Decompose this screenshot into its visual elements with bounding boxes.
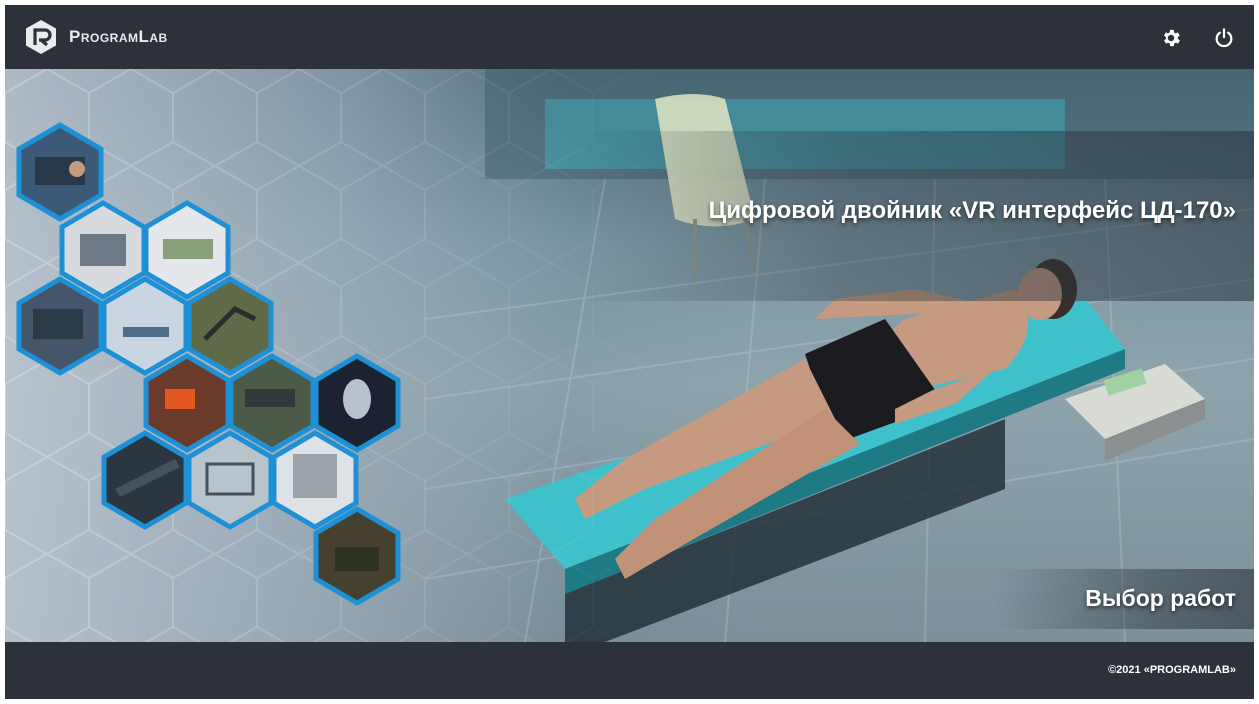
- hex-thumb-furnace: [143, 353, 231, 453]
- settings-button[interactable]: [1158, 25, 1184, 51]
- hex-thumb-control-panel: [16, 276, 104, 376]
- power-icon: [1215, 28, 1233, 48]
- brand: ProgramLab: [23, 19, 168, 55]
- hex-thumb-machines: [143, 200, 231, 300]
- copyright: ©2021 «PROGRAMLAB»: [1108, 664, 1236, 676]
- top-bar: ProgramLab: [5, 5, 1254, 69]
- select-works-button[interactable]: Выбор работ: [994, 569, 1254, 629]
- gear-icon: [1164, 29, 1180, 47]
- hex-thumb-equipment-rack: [271, 430, 359, 530]
- brand-name: ProgramLab: [69, 27, 168, 46]
- page-title: Цифровой двойник «VR интерфейс ЦД-170»: [708, 197, 1236, 224]
- hex-thumb-plant-frame: [186, 430, 274, 530]
- programlab-logo-icon: [26, 20, 56, 54]
- app-window: ProgramLab Цифровой двойник «VR интерфей…: [5, 5, 1254, 699]
- power-button[interactable]: [1211, 25, 1237, 51]
- hex-thumb-oil-pump: [186, 276, 274, 376]
- hex-thumb-substation: [228, 353, 316, 453]
- hex-thumb-military-equipment: [313, 506, 401, 606]
- hex-thumb-workbench: [59, 200, 147, 300]
- select-works-label: Выбор работ: [1085, 585, 1236, 611]
- hex-thumb-tanker-ship: [101, 430, 189, 530]
- hex-thumb-lab-console: [16, 122, 104, 222]
- hex-thumb-table: [101, 276, 189, 376]
- footer: ©2021 «PROGRAMLAB»: [5, 642, 1254, 699]
- main-scene: Цифровой двойник «VR интерфейс ЦД-170» В…: [5, 69, 1254, 642]
- hex-thumb-rocket-engine: [313, 353, 401, 453]
